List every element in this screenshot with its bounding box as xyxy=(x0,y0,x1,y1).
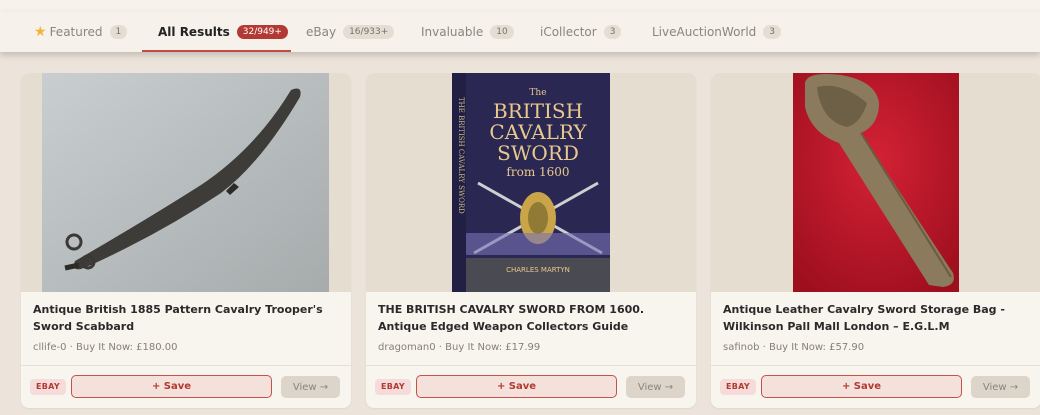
star-icon: ★ xyxy=(34,24,47,40)
tab-all-results[interactable]: All Results 32/949+ xyxy=(158,12,288,52)
divider xyxy=(21,365,351,366)
result-title[interactable]: THE BRITISH CAVALRY SWORD FROM 1600. Ant… xyxy=(378,301,688,335)
tab-label: Invaluable xyxy=(421,25,484,39)
tab-icollector[interactable]: iCollector 3 xyxy=(540,12,622,52)
spine-text: THE BRITISH CAVALRY SWORD xyxy=(457,97,465,214)
cover-title-line: from 1600 xyxy=(506,165,569,179)
save-button[interactable]: + Save xyxy=(71,375,272,398)
result-card[interactable]: THE BRITISH CAVALRY SWORD The BRITISH CA… xyxy=(366,73,696,408)
save-button[interactable]: + Save xyxy=(761,375,962,398)
source-badge: EBAY xyxy=(375,379,411,395)
result-title[interactable]: Antique British 1885 Pattern Cavalry Tro… xyxy=(33,301,343,335)
source-tabs: ★ Featured 1 All Results 32/949+ eBay 16… xyxy=(0,12,1040,52)
result-meta: dragoman0 · Buy It Now: £17.99 xyxy=(378,342,541,353)
divider xyxy=(711,365,1040,366)
cover-author: CHARLES MARTYN xyxy=(506,266,570,274)
result-card[interactable]: Antique Leather Cavalry Sword Storage Ba… xyxy=(711,73,1040,408)
tab-liveauctionworld[interactable]: LiveAuctionWorld 3 xyxy=(652,12,782,52)
tab-count: 3 xyxy=(763,25,782,39)
tab-invaluable[interactable]: Invaluable 10 xyxy=(421,12,514,52)
result-meta: cllife-0 · Buy It Now: £180.00 xyxy=(33,342,178,353)
tab-label: eBay xyxy=(306,25,337,39)
view-button[interactable]: View → xyxy=(626,376,685,398)
view-button[interactable]: View → xyxy=(281,376,340,398)
product-image[interactable]: THE BRITISH CAVALRY SWORD The BRITISH CA… xyxy=(366,73,696,292)
result-card[interactable]: Antique British 1885 Pattern Cavalry Tro… xyxy=(21,73,351,408)
result-meta: safinob · Buy It Now: £57.90 xyxy=(723,342,865,353)
scabbard-image xyxy=(42,73,329,292)
save-button[interactable]: + Save xyxy=(416,375,617,398)
cover-title-line: The xyxy=(529,88,546,98)
tab-count: 1 xyxy=(109,25,128,39)
tab-label: LiveAuctionWorld xyxy=(652,25,757,39)
tab-label: iCollector xyxy=(540,25,597,39)
tab-label: Featured xyxy=(49,25,103,39)
view-button[interactable]: View → xyxy=(971,376,1030,398)
book-cover-image: THE BRITISH CAVALRY SWORD The BRITISH CA… xyxy=(452,73,610,292)
result-title[interactable]: Antique Leather Cavalry Sword Storage Ba… xyxy=(723,301,1033,335)
tab-ebay[interactable]: eBay 16/933+ xyxy=(306,12,395,52)
tab-count: 16/933+ xyxy=(343,25,395,39)
product-image[interactable] xyxy=(21,73,351,292)
tab-count: 32/949+ xyxy=(236,25,288,39)
tab-label: All Results xyxy=(158,25,230,39)
tab-count: 3 xyxy=(603,25,622,39)
source-badge: EBAY xyxy=(720,379,756,395)
tab-count: 10 xyxy=(490,25,514,39)
sword-bag-image xyxy=(793,73,959,292)
active-tab-indicator xyxy=(142,50,291,52)
tab-featured[interactable]: ★ Featured 1 xyxy=(34,12,128,52)
product-image[interactable] xyxy=(711,73,1040,292)
cover-title-line: SWORD xyxy=(497,141,579,165)
source-badge: EBAY xyxy=(30,379,66,395)
divider xyxy=(366,365,696,366)
